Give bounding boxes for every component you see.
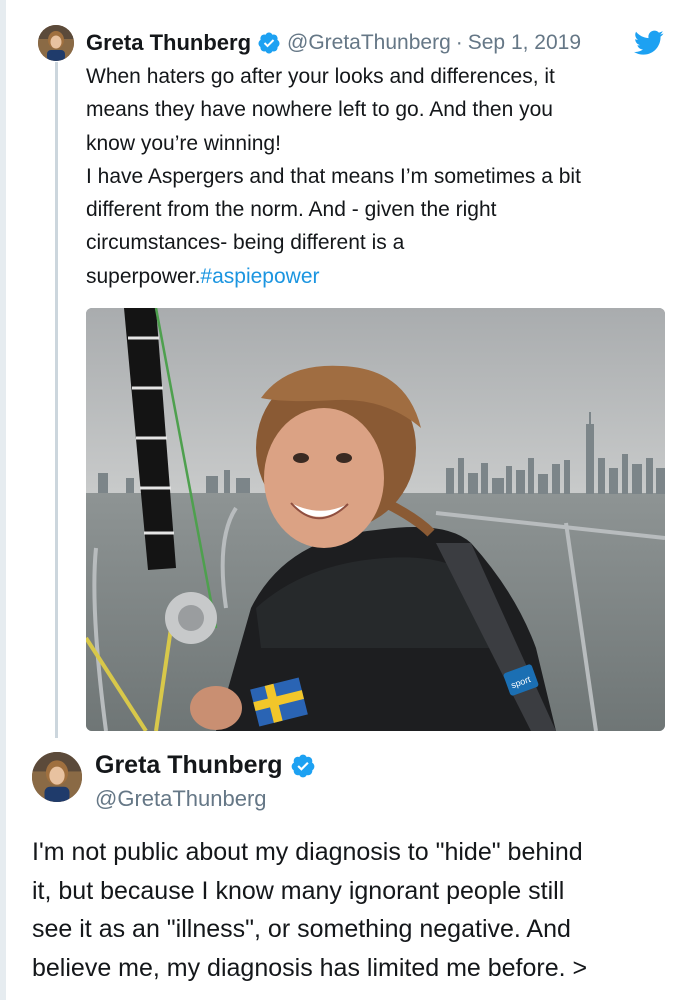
- quoted-tweet[interactable]: Greta Thunberg @GretaThunberg I'm not pu…: [0, 738, 679, 1000]
- quoted-tweet-text: I'm not public about my diagnosis to "hi…: [32, 833, 672, 987]
- tweet-text-line: know you’re winning!: [86, 131, 281, 155]
- quoted-text-line: believe me, my diagnosis has limited me …: [32, 953, 588, 982]
- tweet-photo[interactable]: sport: [86, 308, 665, 731]
- tweet-text-prefix: superpower.: [86, 264, 201, 288]
- tweet-text-line: When haters go after your looks and diff…: [86, 65, 555, 88]
- author-name[interactable]: Greta Thunberg: [95, 751, 283, 780]
- tweet-text-line: circumstances- being different is a: [86, 231, 405, 255]
- tweet-text-line: different from the norm. And - given the…: [86, 198, 497, 222]
- hashtag-link[interactable]: #aspiepower: [200, 265, 319, 288]
- tweet-text: When haters go after your looks and diff…: [86, 60, 666, 293]
- tweet[interactable]: Greta Thunberg @GretaThunberg · Sep 1, 2…: [0, 0, 679, 738]
- avatar[interactable]: [38, 25, 74, 61]
- author-handle[interactable]: @GretaThunberg: [287, 31, 451, 55]
- tweet-text-last-line: superpower.#aspiepower: [86, 260, 666, 293]
- tweet-header: Greta Thunberg @GretaThunberg · Sep 1, 2…: [86, 28, 581, 58]
- quoted-text-line: it, but because I know many ignorant peo…: [32, 876, 565, 905]
- author-handle[interactable]: @GretaThunberg: [95, 786, 267, 812]
- author-name[interactable]: Greta Thunberg: [86, 30, 251, 56]
- thread-line: [55, 62, 58, 738]
- tweet-date[interactable]: Sep 1, 2019: [468, 31, 581, 55]
- quoted-author[interactable]: Greta Thunberg: [95, 751, 316, 780]
- quoted-text-line: I'm not public about my diagnosis to "hi…: [32, 838, 583, 866]
- tweet-text-line: means they have nowhere left to go. And …: [86, 98, 553, 122]
- avatar[interactable]: [32, 752, 82, 802]
- twitter-bird-icon[interactable]: [634, 30, 664, 56]
- separator-dot: ·: [455, 31, 463, 54]
- quoted-text-line: see it as an "illness", or something neg…: [32, 915, 571, 943]
- verified-badge-icon: [291, 754, 314, 777]
- verified-badge-icon: [258, 32, 280, 54]
- tweet-text-line: I have Aspergers and that means I’m some…: [86, 164, 581, 188]
